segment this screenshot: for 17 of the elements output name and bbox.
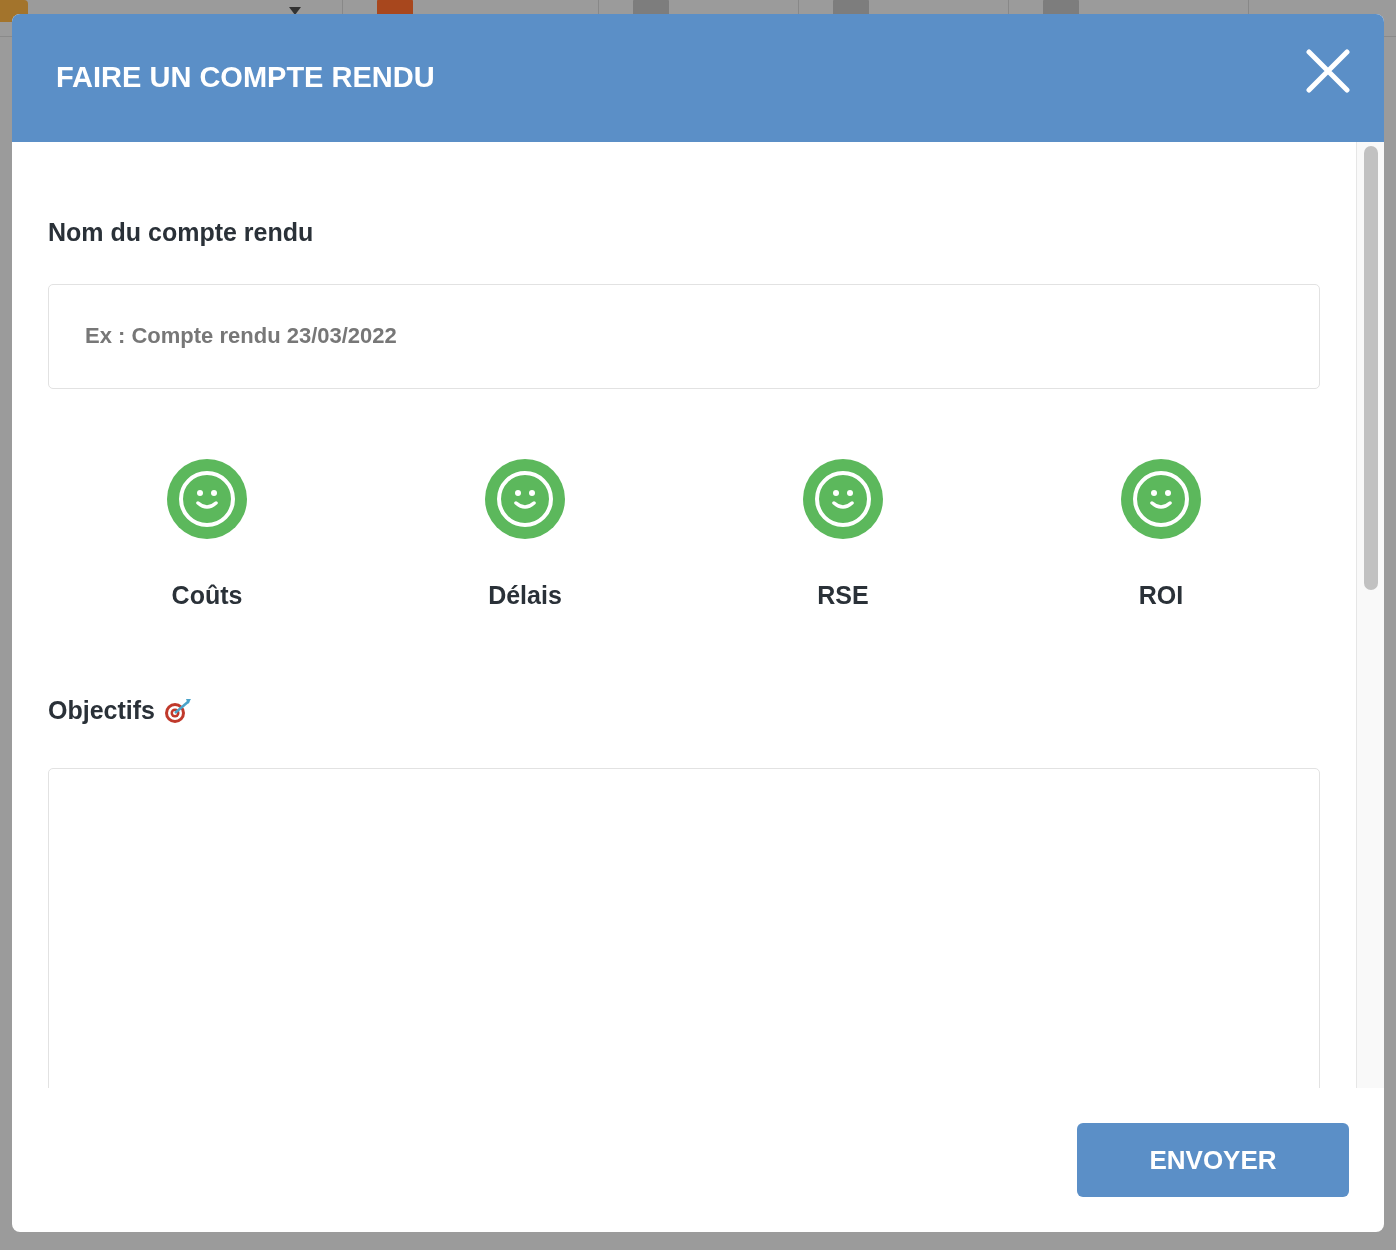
smiley-icon[interactable] [803, 458, 883, 539]
smiley-icon[interactable] [485, 458, 565, 539]
field-label: Objectifs [48, 695, 155, 726]
field-label: Nom du compte rendu [48, 217, 315, 248]
target-icon [163, 697, 193, 724]
smiley-icon[interactable] [167, 458, 247, 539]
indicator-label: Coûts [171, 579, 243, 611]
dialog-title: FAIRE UN COMPTE RENDU [56, 60, 435, 96]
indicator-label: RSE [817, 579, 869, 611]
send-button[interactable]: ENVOYER [1077, 1123, 1349, 1197]
caret-icon[interactable] [288, 6, 302, 16]
indicator-label: ROI [1138, 579, 1184, 611]
close-icon[interactable] [1306, 49, 1350, 93]
input-field[interactable]: Ex : Compte rendu 23/03/2022 [48, 283, 1320, 389]
indicator-label: Délais [488, 579, 562, 611]
smiley-icon[interactable] [1121, 458, 1201, 539]
scrollbar[interactable] [1356, 142, 1384, 1088]
